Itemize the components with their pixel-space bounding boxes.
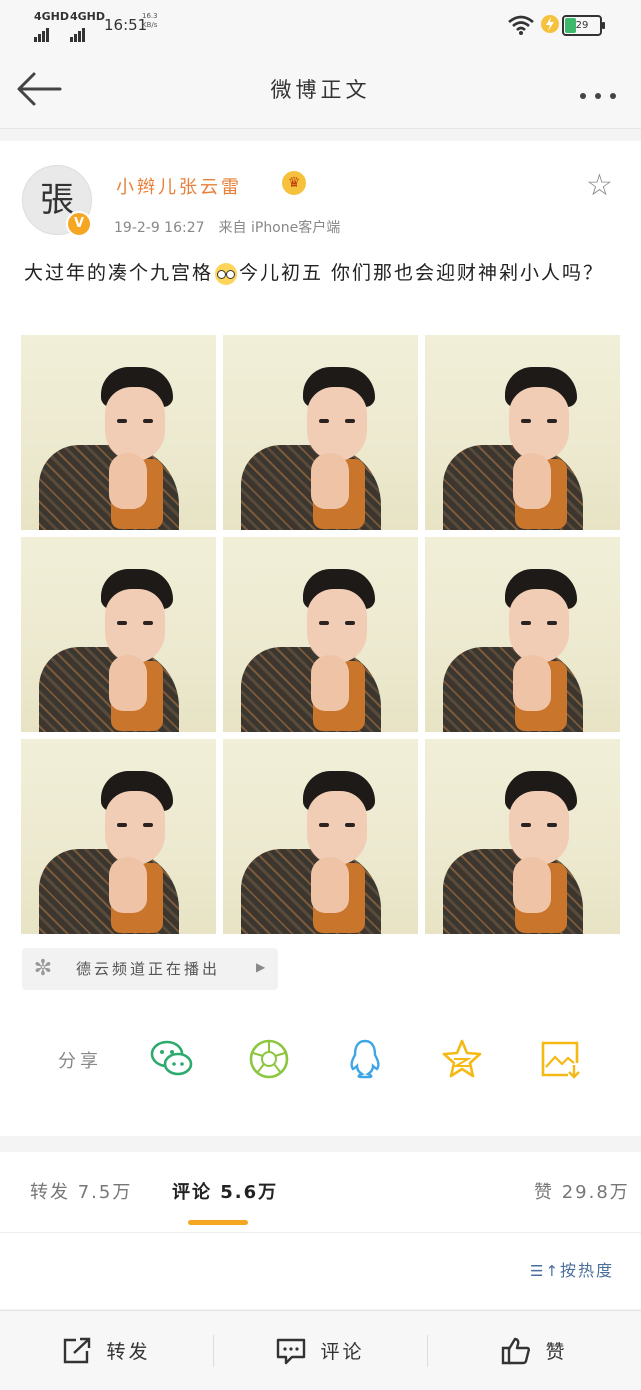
battery-level: 29 [575,20,589,31]
loading-spinner-icon: ✼ [33,956,53,981]
photo-thumbnail[interactable] [425,537,620,732]
moments-icon[interactable] [247,1037,291,1081]
charging-icon [541,15,559,33]
net-speed-unit: KB/s [142,21,158,29]
bottom-action-bar: 转发 评论 赞 [0,1310,641,1390]
sort-by-heat-button[interactable]: ☰↑按热度 [530,1257,614,1281]
nav-bar: 微博正文 [0,50,641,129]
photo-thumbnail[interactable] [21,739,216,934]
interaction-tabs: 转发 7.5万 评论 5.6万 赞 29.8万 [0,1152,641,1233]
page-title: 微博正文 [270,78,371,102]
photo-thumbnail[interactable] [425,739,620,934]
more-dots-icon[interactable] [580,84,616,103]
post-card: 張 V 小辫儿张云雷 ♛ 19-2-9 16:27 来自 iPhone客户端 ☆ … [0,141,641,1136]
signal-2: 4GHD [70,10,105,42]
photo-thumbnail[interactable] [223,537,418,732]
repost-icon [64,1337,91,1363]
net-speed: 16.3 KB/s [142,12,158,30]
clock: 16:51 [104,16,148,34]
wifi-icon [508,15,534,35]
favorite-star-icon[interactable]: ☆ [586,171,613,201]
comment-icon [277,1338,306,1364]
qzone-icon[interactable] [440,1037,484,1081]
glasses-emoji-icon [215,262,238,285]
active-tab-indicator [188,1220,248,1225]
comment-label: 评论 [320,1341,365,1363]
tab-like[interactable]: 赞 29.8万 [534,1178,630,1204]
tab-comment[interactable]: 评论 5.6万 [172,1178,278,1204]
photo-thumbnail[interactable] [425,335,620,530]
signal-1: 4GHD [34,10,69,42]
photo-thumbnail[interactable] [21,335,216,530]
photo-thumbnail[interactable] [21,537,216,732]
save-image-icon[interactable] [538,1037,582,1081]
photo-thumbnail[interactable] [223,335,418,530]
vip-crown-icon[interactable]: ♛ [282,171,306,195]
tab-repost[interactable]: 转发 7.5万 [30,1178,132,1204]
battery-icon: 29 [562,15,605,36]
signal-bars-icon [34,23,50,42]
channel-chip[interactable]: ✼ 德云频道正在播出 ▶ [22,948,278,990]
play-arrow-icon: ▶ [256,960,266,974]
share-label: 分享 [58,1051,102,1072]
like-label: 赞 [545,1341,568,1363]
qq-icon[interactable] [343,1037,387,1081]
post-text-part2: 今儿初五 你们那也会迎财神剁小人吗？ [239,262,605,284]
thumbs-up-icon [502,1337,531,1364]
post-source: 来自 iPhone客户端 [218,220,341,236]
verified-badge-icon: V [66,211,92,237]
post-text-part1: 大过年的凑个九宫格 [24,262,214,284]
sort-icon: ☰↑ [530,1262,561,1280]
photo-thumbnail[interactable] [223,739,418,934]
post-time: 19-2-9 16:27 [114,220,205,236]
status-bar: 4GHD 4GHD 16:51 16.3 KB/s 29 [0,0,641,50]
net-speed-value: 16.3 [142,12,158,20]
like-button[interactable]: 赞 [428,1311,641,1390]
sort-bar: ☰↑按热度 [0,1233,641,1309]
repost-button[interactable]: 转发 [0,1311,213,1390]
wechat-icon[interactable] [150,1037,194,1081]
post-meta: 19-2-9 16:27 来自 iPhone客户端 [114,217,354,237]
network-label-1: 4GHD [34,10,70,23]
channel-label: 德云频道正在播出 [76,960,221,978]
comment-button[interactable]: 评论 [214,1311,427,1390]
repost-label: 转发 [106,1341,151,1363]
network-label-2: 4GHD [70,10,106,23]
signal-bars-icon [70,23,86,42]
sort-label: 按热度 [560,1261,615,1280]
username[interactable]: 小辫儿张云雷 [116,173,242,199]
post-text[interactable]: 大过年的凑个九宫格 今儿初五 你们那也会迎财神剁小人吗？ [24,257,624,290]
